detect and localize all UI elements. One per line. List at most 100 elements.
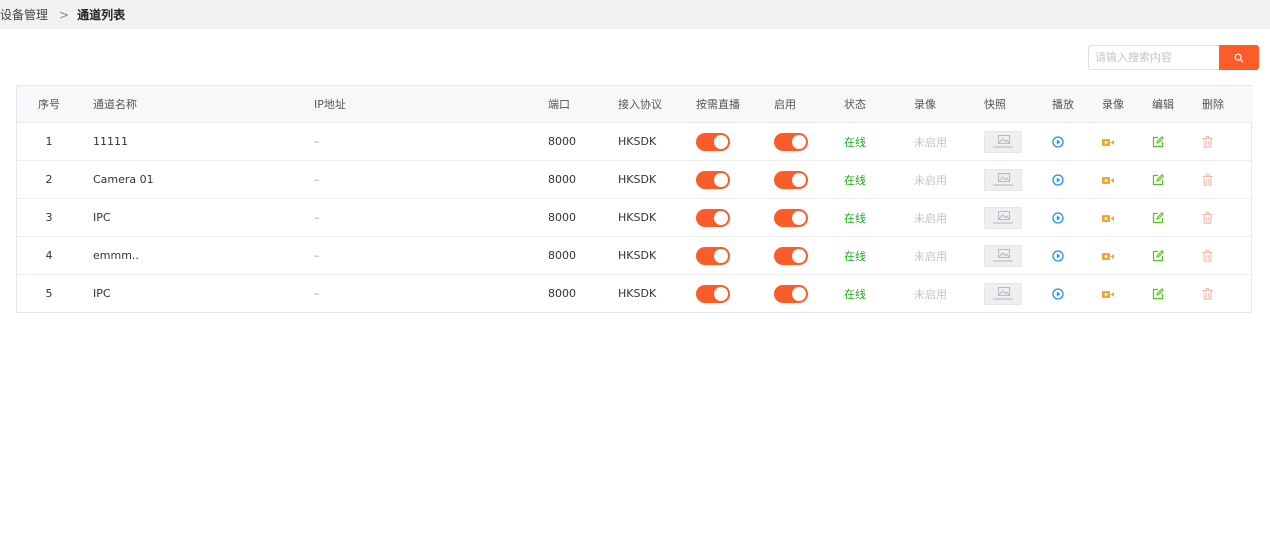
cell-channel-name: emmm.. [81, 236, 314, 275]
cell-status: 在线 [844, 287, 866, 301]
image-icon [998, 210, 1010, 220]
image-icon [998, 286, 1010, 296]
header-play: 播放 [1052, 86, 1102, 123]
table-row: 5 IPC – 8000 HKSDK 在线 未启用 [17, 275, 1253, 313]
snapshot-thumbnail[interactable] [984, 206, 1022, 229]
play-button[interactable] [1052, 212, 1064, 224]
edit-icon [1152, 288, 1164, 300]
cell-channel-name: Camera 01 [81, 160, 314, 199]
image-icon [998, 248, 1010, 258]
cell-ip: – [314, 198, 548, 237]
ondemand-toggle[interactable] [696, 132, 730, 151]
delete-button[interactable] [1202, 136, 1213, 148]
play-icon [1052, 288, 1064, 300]
cell-edit [1152, 122, 1202, 161]
cell-record [1102, 275, 1152, 313]
cell-index: 5 [45, 287, 53, 300]
snapshot-thumbnail[interactable] [984, 168, 1022, 191]
cell-protocol: HKSDK [618, 198, 696, 237]
play-icon [1052, 250, 1064, 262]
table-row: 3 IPC – 8000 HKSDK 在线 未启用 [17, 198, 1253, 237]
edit-icon [1152, 136, 1164, 148]
enabled-toggle[interactable] [774, 284, 808, 303]
play-button[interactable] [1052, 174, 1064, 186]
snapshot-thumbnail[interactable] [984, 130, 1022, 153]
delete-button[interactable] [1202, 174, 1213, 186]
table-row: 4 emmm.. – 8000 HKSDK 在线 未启用 [17, 236, 1253, 275]
edit-icon [1152, 250, 1164, 262]
cell-play [1052, 198, 1102, 237]
cell-delete [1202, 122, 1253, 161]
header-recording: 录像 [914, 86, 984, 123]
header-ip: IP地址 [314, 86, 548, 123]
record-button[interactable] [1102, 138, 1114, 147]
snapshot-thumbnail[interactable] [984, 282, 1022, 305]
cell-enabled [774, 160, 844, 199]
cell-index: 1 [17, 122, 81, 161]
enabled-toggle[interactable] [774, 132, 808, 151]
header-snapshot: 快照 [984, 86, 1052, 123]
cell-recording-status: 未启用 [914, 160, 984, 199]
enabled-toggle[interactable] [774, 246, 808, 265]
header-edit: 编辑 [1152, 86, 1202, 123]
trash-icon [1202, 212, 1213, 224]
header-ondemand: 按需直播 [696, 86, 774, 123]
header-index: 序号 [17, 86, 81, 123]
record-button[interactable] [1102, 290, 1114, 299]
cell-record [1102, 198, 1152, 237]
cell-ip: – [314, 160, 548, 199]
video-camera-icon [1102, 214, 1114, 222]
cell-port: 8000 [548, 236, 618, 275]
edit-button[interactable] [1152, 250, 1164, 262]
search-button[interactable] [1219, 45, 1259, 70]
play-icon [1052, 212, 1064, 224]
edit-button[interactable] [1152, 288, 1164, 300]
enabled-toggle[interactable] [774, 208, 808, 227]
cell-delete [1202, 236, 1253, 275]
cell-snapshot [984, 160, 1052, 199]
enabled-toggle[interactable] [774, 170, 808, 189]
cell-snapshot [984, 275, 1052, 313]
cell-play [1052, 122, 1102, 161]
ondemand-toggle[interactable] [696, 284, 730, 303]
search-input[interactable] [1088, 45, 1219, 70]
record-button[interactable] [1102, 176, 1114, 185]
table-header-row: 序号 通道名称 IP地址 端口 接入协议 按需直播 启用 状态 录像 快照 播放… [17, 86, 1253, 123]
cell-recording-status: 未启用 [914, 122, 984, 161]
ondemand-toggle[interactable] [696, 170, 730, 189]
play-button[interactable] [1052, 288, 1064, 300]
delete-button[interactable] [1202, 212, 1213, 224]
cell-ondemand [696, 160, 774, 199]
ondemand-toggle[interactable] [696, 208, 730, 227]
cell-port: 8000 [548, 198, 618, 237]
edit-button[interactable] [1152, 174, 1164, 186]
ondemand-toggle[interactable] [696, 246, 730, 265]
cell-protocol: HKSDK [618, 287, 657, 300]
cell-port: 8000 [548, 287, 576, 300]
cell-protocol: HKSDK [618, 122, 696, 161]
record-button[interactable] [1102, 252, 1114, 261]
header-name: 通道名称 [81, 86, 314, 123]
edit-button[interactable] [1152, 136, 1164, 148]
snapshot-thumbnail[interactable] [984, 244, 1022, 267]
cell-play [1052, 236, 1102, 275]
record-button[interactable] [1102, 214, 1114, 223]
play-icon [1052, 174, 1064, 186]
breadcrumb-parent[interactable]: 设备管理 [0, 6, 48, 23]
image-icon [998, 134, 1010, 144]
delete-button[interactable] [1202, 288, 1213, 300]
trash-icon [1202, 250, 1213, 262]
trash-icon [1202, 288, 1213, 300]
cell-protocol: HKSDK [618, 160, 696, 199]
search-icon [1234, 53, 1244, 62]
table-row: 2 Camera 01 – 8000 HKSDK 在线 未启用 [17, 160, 1253, 199]
table-row: 1 11111 – 8000 HKSDK 在线 未启用 [17, 122, 1253, 161]
delete-button[interactable] [1202, 250, 1213, 262]
video-camera-icon [1102, 290, 1114, 298]
search-bar [1088, 45, 1259, 70]
play-button[interactable] [1052, 136, 1064, 148]
edit-button[interactable] [1152, 212, 1164, 224]
play-button[interactable] [1052, 250, 1064, 262]
edit-icon [1152, 174, 1164, 186]
breadcrumb-current: 通道列表 [77, 8, 126, 22]
